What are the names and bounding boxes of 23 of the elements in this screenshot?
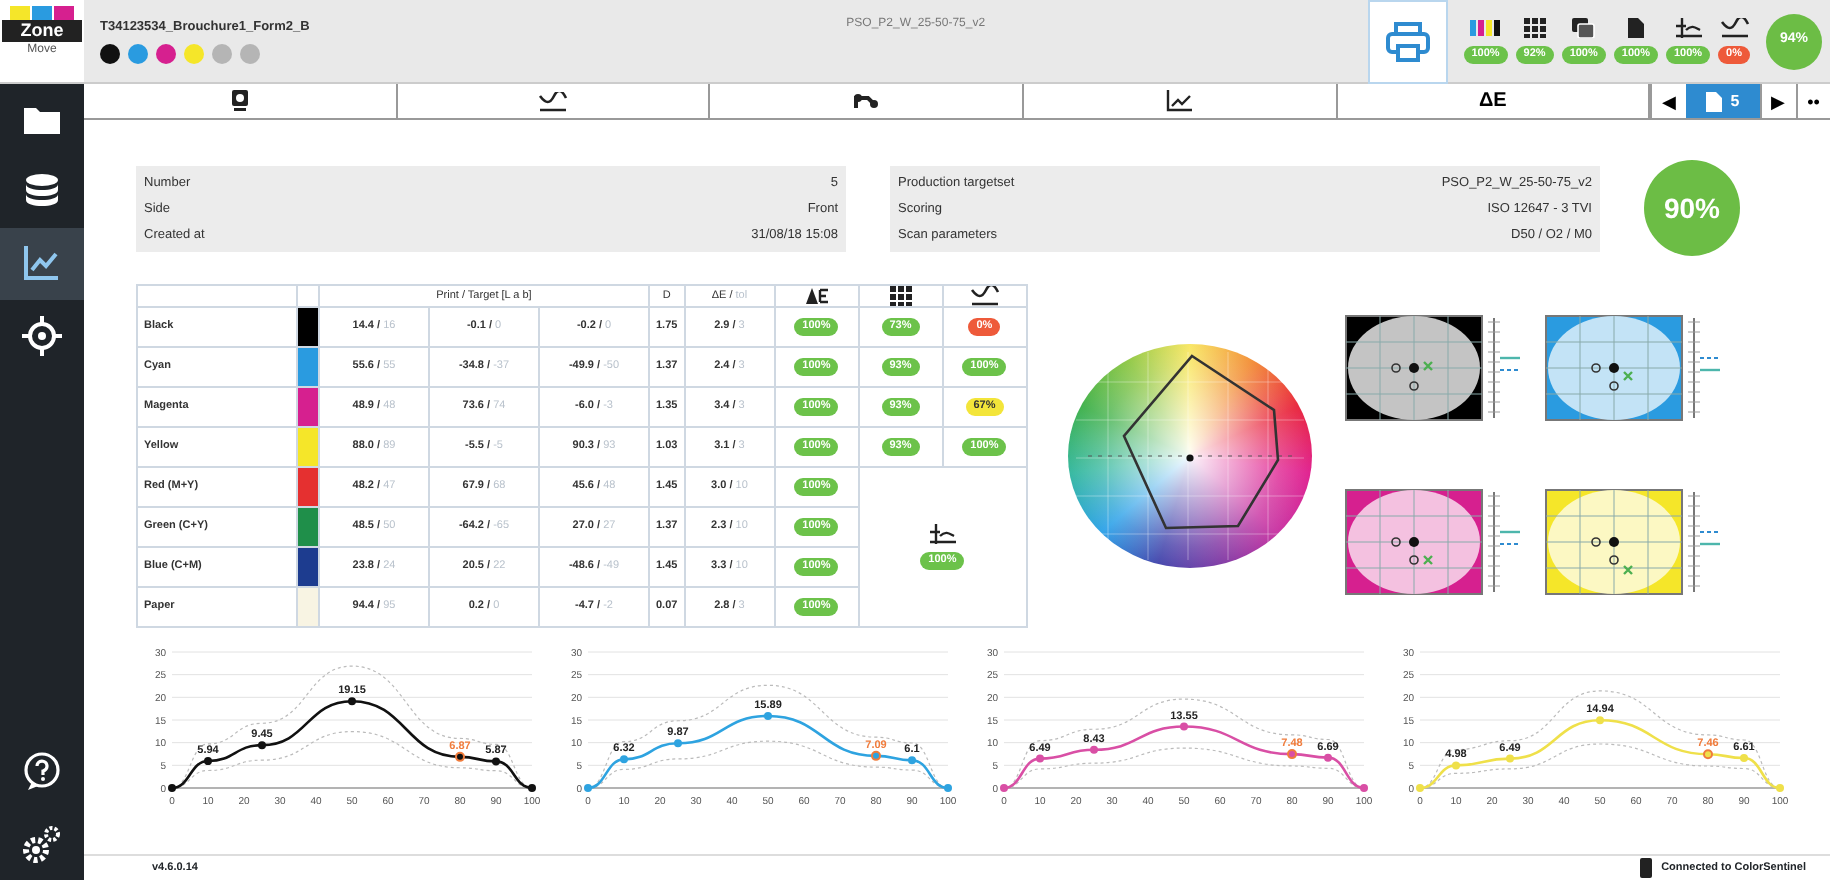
grid-icon (885, 286, 916, 306)
print-button[interactable] (1367, 0, 1448, 84)
settings-icon (20, 822, 64, 866)
document-icon (1706, 91, 1723, 111)
balance-chart-icon (927, 524, 958, 544)
nodes-icon (852, 91, 881, 111)
page-button[interactable]: 5 (1686, 84, 1760, 118)
delta-e-icon (803, 286, 830, 306)
device-icon (1637, 858, 1654, 878)
curve-chart-icon (969, 286, 1000, 306)
curve-chart-icon (537, 91, 568, 111)
crosshair-icon (20, 314, 64, 358)
balance-chart-icon (1673, 18, 1703, 38)
target-icon (229, 90, 250, 112)
printer-icon (1385, 22, 1430, 62)
overlap-squares-icon (1568, 18, 1599, 38)
score-circle: 90% (1644, 160, 1740, 256)
ink-bars-icon (1469, 18, 1502, 38)
help-icon (20, 750, 64, 794)
line-chart-icon (1165, 90, 1194, 112)
curve-chart-icon (1719, 18, 1750, 38)
line-chart-icon (20, 242, 64, 286)
grid-icon (1519, 18, 1550, 38)
